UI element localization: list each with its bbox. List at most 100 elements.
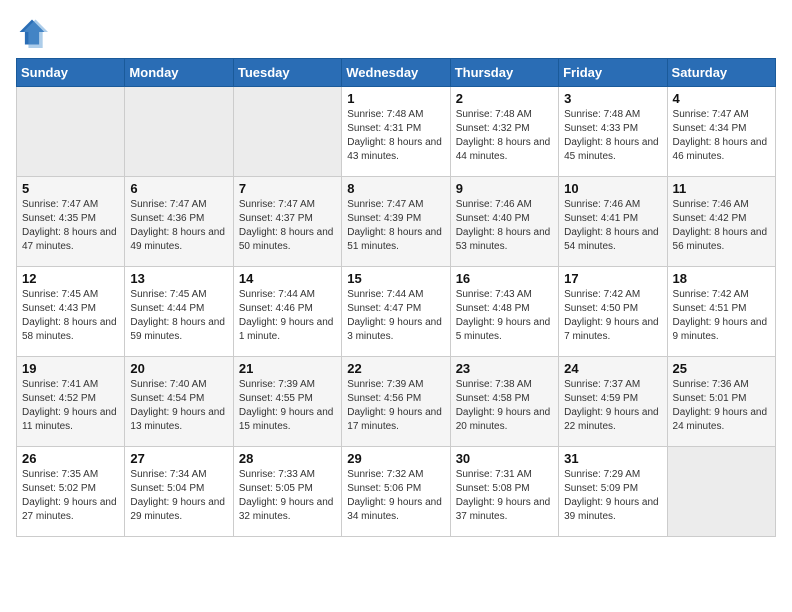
calendar-cell: 17 Sunrise: 7:42 AM Sunset: 4:50 PM Dayli… <box>559 267 667 357</box>
day-number: 10 <box>564 181 661 196</box>
day-info: Sunrise: 7:43 AM Sunset: 4:48 PM Dayligh… <box>456 288 553 344</box>
logo <box>16 16 52 48</box>
calendar-cell: 13 Sunrise: 7:45 AM Sunset: 4:44 PM Dayli… <box>125 267 233 357</box>
calendar-cell: 6 Sunrise: 7:47 AM Sunset: 4:36 PM Daylig… <box>125 177 233 267</box>
calendar-cell: 19 Sunrise: 7:41 AM Sunset: 4:52 PM Dayli… <box>17 357 125 447</box>
column-header-sunday: Sunday <box>17 59 125 87</box>
day-info: Sunrise: 7:48 AM Sunset: 4:31 PM Dayligh… <box>347 108 444 164</box>
day-info: Sunrise: 7:47 AM Sunset: 4:37 PM Dayligh… <box>239 198 336 254</box>
calendar-cell <box>17 87 125 177</box>
day-info: Sunrise: 7:46 AM Sunset: 4:40 PM Dayligh… <box>456 198 553 254</box>
day-info: Sunrise: 7:36 AM Sunset: 5:01 PM Dayligh… <box>673 378 770 434</box>
day-number: 28 <box>239 451 336 466</box>
calendar-cell: 27 Sunrise: 7:34 AM Sunset: 5:04 PM Dayli… <box>125 447 233 537</box>
day-number: 23 <box>456 361 553 376</box>
day-info: Sunrise: 7:46 AM Sunset: 4:41 PM Dayligh… <box>564 198 661 254</box>
day-number: 1 <box>347 91 444 106</box>
calendar-cell: 16 Sunrise: 7:43 AM Sunset: 4:48 PM Dayli… <box>450 267 558 357</box>
day-info: Sunrise: 7:48 AM Sunset: 4:33 PM Dayligh… <box>564 108 661 164</box>
calendar-table: SundayMondayTuesdayWednesdayThursdayFrid… <box>16 58 776 537</box>
day-info: Sunrise: 7:40 AM Sunset: 4:54 PM Dayligh… <box>130 378 227 434</box>
day-info: Sunrise: 7:47 AM Sunset: 4:36 PM Dayligh… <box>130 198 227 254</box>
calendar-cell: 26Sunrise: 7:35 AM Sunset: 5:02 PM Dayli… <box>17 447 125 537</box>
calendar-week-row: 12 Sunrise: 7:45 AM Sunset: 4:43 PM Dayli… <box>17 267 776 357</box>
calendar-week-row: 5 Sunrise: 7:47 AM Sunset: 4:35 PM Daylig… <box>17 177 776 267</box>
day-number: 16 <box>456 271 553 286</box>
day-number: 3 <box>564 91 661 106</box>
calendar-cell: 24Sunrise: 7:37 AM Sunset: 4:59 PM Dayli… <box>559 357 667 447</box>
calendar-cell: 31 Sunrise: 7:29 AM Sunset: 5:09 PM Dayli… <box>559 447 667 537</box>
day-info: Sunrise: 7:48 AM Sunset: 4:32 PM Dayligh… <box>456 108 553 164</box>
page-header <box>16 16 776 48</box>
calendar-cell: 18 Sunrise: 7:42 AM Sunset: 4:51 PM Dayli… <box>667 267 775 357</box>
day-info: Sunrise: 7:41 AM Sunset: 4:52 PM Dayligh… <box>22 378 119 434</box>
day-info: Sunrise: 7:47 AM Sunset: 4:35 PM Dayligh… <box>22 198 119 254</box>
day-number: 21 <box>239 361 336 376</box>
calendar-cell: 10 Sunrise: 7:46 AM Sunset: 4:41 PM Dayli… <box>559 177 667 267</box>
calendar-cell <box>667 447 775 537</box>
day-info: Sunrise: 7:45 AM Sunset: 4:44 PM Dayligh… <box>130 288 227 344</box>
day-number: 2 <box>456 91 553 106</box>
calendar-cell: 2 Sunrise: 7:48 AM Sunset: 4:32 PM Daylig… <box>450 87 558 177</box>
day-number: 19 <box>22 361 119 376</box>
calendar-week-row: 1 Sunrise: 7:48 AM Sunset: 4:31 PM Daylig… <box>17 87 776 177</box>
day-number: 17 <box>564 271 661 286</box>
calendar-cell: 21 Sunrise: 7:39 AM Sunset: 4:55 PM Dayli… <box>233 357 341 447</box>
day-info: Sunrise: 7:34 AM Sunset: 5:04 PM Dayligh… <box>130 468 227 524</box>
calendar-cell: 23 Sunrise: 7:38 AM Sunset: 4:58 PM Dayli… <box>450 357 558 447</box>
calendar-cell: 28 Sunrise: 7:33 AM Sunset: 5:05 PM Dayli… <box>233 447 341 537</box>
calendar-cell: 20 Sunrise: 7:40 AM Sunset: 4:54 PM Dayli… <box>125 357 233 447</box>
day-info: Sunrise: 7:31 AM Sunset: 5:08 PM Dayligh… <box>456 468 553 524</box>
day-info: Sunrise: 7:44 AM Sunset: 4:47 PM Dayligh… <box>347 288 444 344</box>
calendar-cell: 9 Sunrise: 7:46 AM Sunset: 4:40 PM Daylig… <box>450 177 558 267</box>
calendar-cell: 4Sunrise: 7:47 AM Sunset: 4:34 PM Daylig… <box>667 87 775 177</box>
calendar-cell: 1 Sunrise: 7:48 AM Sunset: 4:31 PM Daylig… <box>342 87 450 177</box>
day-info: Sunrise: 7:42 AM Sunset: 4:50 PM Dayligh… <box>564 288 661 344</box>
day-number: 5 <box>22 181 119 196</box>
day-info: Sunrise: 7:45 AM Sunset: 4:43 PM Dayligh… <box>22 288 119 344</box>
day-info: Sunrise: 7:33 AM Sunset: 5:05 PM Dayligh… <box>239 468 336 524</box>
calendar-cell <box>125 87 233 177</box>
day-number: 14 <box>239 271 336 286</box>
day-number: 9 <box>456 181 553 196</box>
day-number: 8 <box>347 181 444 196</box>
day-number: 18 <box>673 271 770 286</box>
column-header-thursday: Thursday <box>450 59 558 87</box>
day-info: Sunrise: 7:29 AM Sunset: 5:09 PM Dayligh… <box>564 468 661 524</box>
day-number: 20 <box>130 361 227 376</box>
calendar-header-row: SundayMondayTuesdayWednesdayThursdayFrid… <box>17 59 776 87</box>
calendar-cell: 22 Sunrise: 7:39 AM Sunset: 4:56 PM Dayli… <box>342 357 450 447</box>
day-info: Sunrise: 7:42 AM Sunset: 4:51 PM Dayligh… <box>673 288 770 344</box>
column-header-tuesday: Tuesday <box>233 59 341 87</box>
calendar-cell: 14 Sunrise: 7:44 AM Sunset: 4:46 PM Dayli… <box>233 267 341 357</box>
day-info: Sunrise: 7:39 AM Sunset: 4:56 PM Dayligh… <box>347 378 444 434</box>
day-number: 4 <box>673 91 770 106</box>
calendar-cell: 25 Sunrise: 7:36 AM Sunset: 5:01 PM Dayli… <box>667 357 775 447</box>
day-number: 31 <box>564 451 661 466</box>
column-header-friday: Friday <box>559 59 667 87</box>
column-header-saturday: Saturday <box>667 59 775 87</box>
day-number: 27 <box>130 451 227 466</box>
calendar-week-row: 19 Sunrise: 7:41 AM Sunset: 4:52 PM Dayli… <box>17 357 776 447</box>
day-number: 22 <box>347 361 444 376</box>
calendar-cell: 8Sunrise: 7:47 AM Sunset: 4:39 PM Daylig… <box>342 177 450 267</box>
column-header-wednesday: Wednesday <box>342 59 450 87</box>
day-number: 12 <box>22 271 119 286</box>
day-number: 25 <box>673 361 770 376</box>
day-info: Sunrise: 7:32 AM Sunset: 5:06 PM Dayligh… <box>347 468 444 524</box>
calendar-cell: 29Sunrise: 7:32 AM Sunset: 5:06 PM Dayli… <box>342 447 450 537</box>
calendar-cell: 7Sunrise: 7:47 AM Sunset: 4:37 PM Daylig… <box>233 177 341 267</box>
calendar-cell: 15 Sunrise: 7:44 AM Sunset: 4:47 PM Dayli… <box>342 267 450 357</box>
day-info: Sunrise: 7:38 AM Sunset: 4:58 PM Dayligh… <box>456 378 553 434</box>
day-info: Sunrise: 7:44 AM Sunset: 4:46 PM Dayligh… <box>239 288 336 344</box>
day-number: 6 <box>130 181 227 196</box>
day-info: Sunrise: 7:39 AM Sunset: 4:55 PM Dayligh… <box>239 378 336 434</box>
day-info: Sunrise: 7:35 AM Sunset: 5:02 PM Dayligh… <box>22 468 119 524</box>
day-number: 30 <box>456 451 553 466</box>
day-number: 15 <box>347 271 444 286</box>
day-info: Sunrise: 7:46 AM Sunset: 4:42 PM Dayligh… <box>673 198 770 254</box>
calendar-week-row: 26Sunrise: 7:35 AM Sunset: 5:02 PM Dayli… <box>17 447 776 537</box>
calendar-cell: 12 Sunrise: 7:45 AM Sunset: 4:43 PM Dayli… <box>17 267 125 357</box>
day-number: 13 <box>130 271 227 286</box>
calendar-cell <box>233 87 341 177</box>
